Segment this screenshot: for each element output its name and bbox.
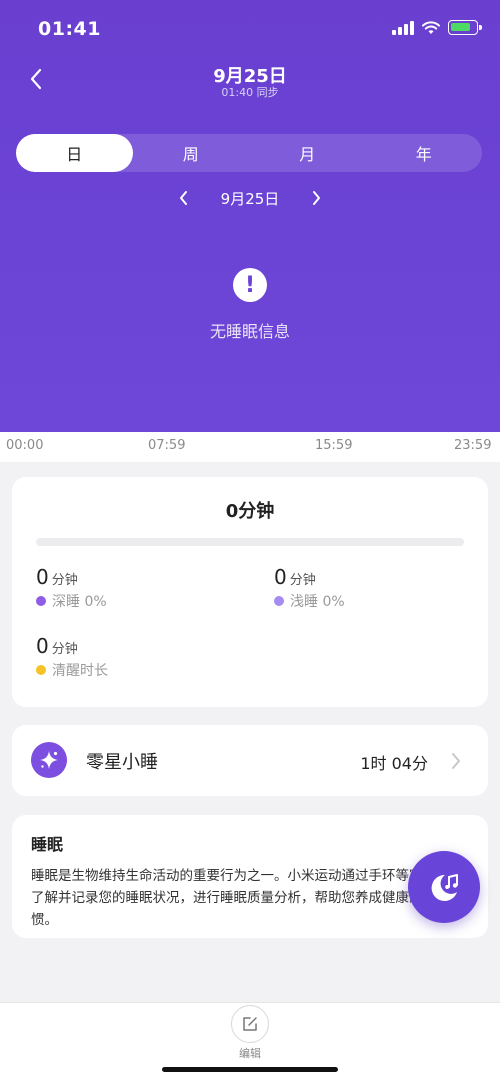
bottom-toolbar: 编辑: [0, 1002, 500, 1082]
status-bar: 01:41: [0, 0, 500, 60]
chevron-left-icon: [179, 191, 187, 205]
sleep-progress-bar: [36, 538, 464, 546]
exclamation-icon: !: [233, 268, 267, 302]
time-axis-label: 23:59: [454, 438, 492, 453]
sleep-summary-card: 0分钟 0 分钟 深睡 0% 0 分钟 浅睡 0% 0 分钟 清醒时长: [12, 477, 488, 707]
info-text: 睡眠是生物维持生命活动的重要行为之一。小米运动通过手环等穿戴设备了解并记录您的睡…: [31, 868, 463, 928]
edit-icon: [243, 1017, 257, 1031]
period-tabs: 日 周 月 年: [16, 134, 482, 172]
deep-sleep-value: 0: [36, 565, 49, 589]
light-sleep-dot-icon: [274, 596, 284, 606]
sync-time: 01:40 同步: [221, 86, 279, 99]
nap-title: 零星小睡: [86, 752, 158, 773]
home-indicator: [162, 1067, 338, 1072]
light-sleep-value: 0: [274, 565, 287, 589]
tab-day[interactable]: 日: [16, 134, 133, 172]
chevron-right-icon: [313, 191, 321, 205]
awake-value: 0: [36, 634, 49, 658]
chevron-right-icon: [452, 753, 460, 769]
sleep-music-button[interactable]: [408, 851, 480, 923]
time-axis-label: 07:59: [148, 438, 186, 453]
deep-sleep-stat: 0 分钟 深睡 0%: [36, 565, 107, 611]
tab-week[interactable]: 周: [133, 134, 250, 172]
date-navigator: 9月25日: [0, 186, 500, 210]
nap-row[interactable]: 零星小睡 1时 04分: [12, 725, 488, 796]
prev-date-button[interactable]: [173, 186, 195, 210]
sleep-header: 01:41 9月25日 01:40 同步 日 周 月 年 9月25日 ! 无睡眠…: [0, 0, 500, 432]
awake-unit: 分钟: [51, 642, 78, 657]
nap-duration: 1时 04分: [360, 754, 428, 773]
status-icons: [392, 20, 482, 35]
sparkle-icon: [31, 742, 67, 778]
awake-dot-icon: [36, 665, 46, 675]
total-sleep: 0分钟: [225, 501, 275, 522]
time-axis: 00:00 07:59 15:59 23:59: [0, 432, 500, 462]
edit-button[interactable]: [231, 1005, 269, 1043]
deep-sleep-label: 深睡 0%: [52, 594, 107, 610]
empty-state-message: 无睡眠信息: [209, 322, 290, 341]
time-axis-label: 15:59: [315, 438, 353, 453]
status-time: 01:41: [38, 18, 101, 40]
deep-sleep-dot-icon: [36, 596, 46, 606]
time-axis-label: 00:00: [6, 438, 44, 453]
signal-icon: [392, 20, 414, 35]
current-date: 9月25日: [220, 189, 280, 208]
light-sleep-unit: 分钟: [289, 573, 316, 588]
light-sleep-stat: 0 分钟 浅睡 0%: [274, 565, 345, 611]
awake-label: 清醒时长: [52, 663, 108, 679]
tab-month[interactable]: 月: [249, 134, 366, 172]
awake-stat: 0 分钟 清醒时长: [36, 634, 108, 680]
battery-icon: [448, 20, 482, 35]
next-date-button[interactable]: [305, 186, 327, 210]
tab-year[interactable]: 年: [366, 134, 483, 172]
wifi-icon: [422, 20, 440, 34]
edit-label: 编辑: [239, 1047, 261, 1060]
moon-music-icon: [431, 874, 458, 901]
deep-sleep-unit: 分钟: [51, 573, 78, 588]
light-sleep-label: 浅睡 0%: [290, 594, 345, 610]
info-title: 睡眠: [31, 835, 64, 854]
